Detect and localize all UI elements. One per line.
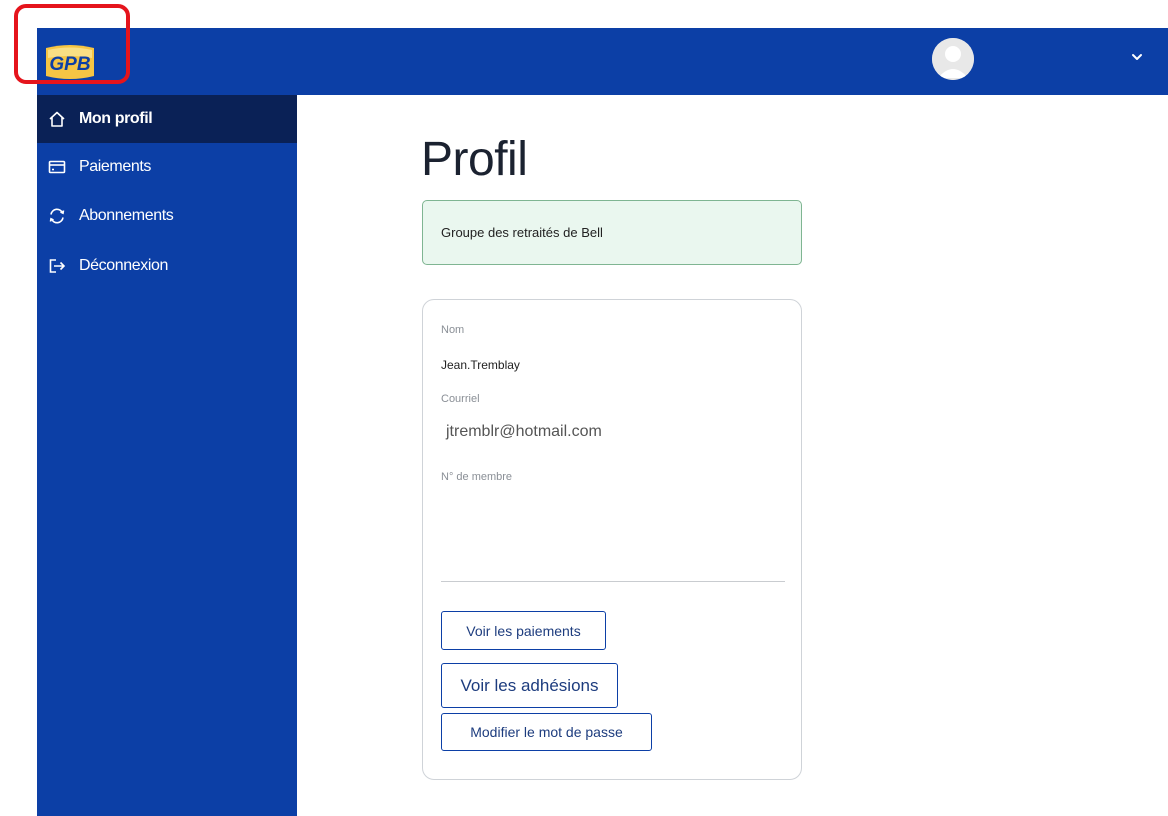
home-icon: [47, 109, 67, 129]
logo-text: GPB: [49, 54, 90, 75]
name-label: Nom: [441, 324, 465, 336]
profile-card: Nom Jean.Tremblay Courriel jtremblr@hotm…: [422, 299, 802, 780]
sidebar-item-label: Abonnements: [79, 207, 174, 224]
avatar[interactable]: [932, 38, 974, 80]
sidebar-item-label: Mon profil: [79, 110, 153, 127]
divider: [441, 581, 785, 582]
group-name: Groupe des retraités de Bell: [441, 225, 603, 240]
refresh-icon: [47, 206, 67, 226]
member-number-label: N° de membre: [441, 471, 513, 483]
sidebar-item-label: Paiements: [79, 158, 151, 175]
top-header: GPB: [37, 28, 1168, 95]
chevron-down-icon[interactable]: [1130, 50, 1144, 64]
gpb-logo[interactable]: GPB: [43, 44, 97, 80]
view-payments-button[interactable]: Voir les paiements: [441, 611, 606, 650]
page-title: Profil: [421, 133, 528, 186]
group-banner: Groupe des retraités de Bell: [422, 200, 802, 265]
logout-icon: [47, 256, 67, 276]
email-value: jtremblr@hotmail.com: [446, 423, 602, 440]
view-memberships-button[interactable]: Voir les adhésions: [441, 663, 618, 708]
sidebar-item-label: Déconnexion: [79, 257, 168, 274]
name-value: Jean.Tremblay: [441, 358, 520, 372]
email-label: Courriel: [441, 393, 480, 405]
sidebar-item-deconnexion[interactable]: Déconnexion: [37, 242, 297, 290]
change-password-button[interactable]: Modifier le mot de passe: [441, 713, 652, 751]
sidebar-item-mon-profil[interactable]: Mon profil: [37, 95, 297, 143]
sidebar-item-paiements[interactable]: Paiements: [37, 143, 297, 191]
sidebar-item-abonnements[interactable]: Abonnements: [37, 192, 297, 240]
sidebar: Mon profil Paiements Abonnements Déconne…: [37, 95, 297, 816]
credit-card-icon: [47, 157, 67, 177]
